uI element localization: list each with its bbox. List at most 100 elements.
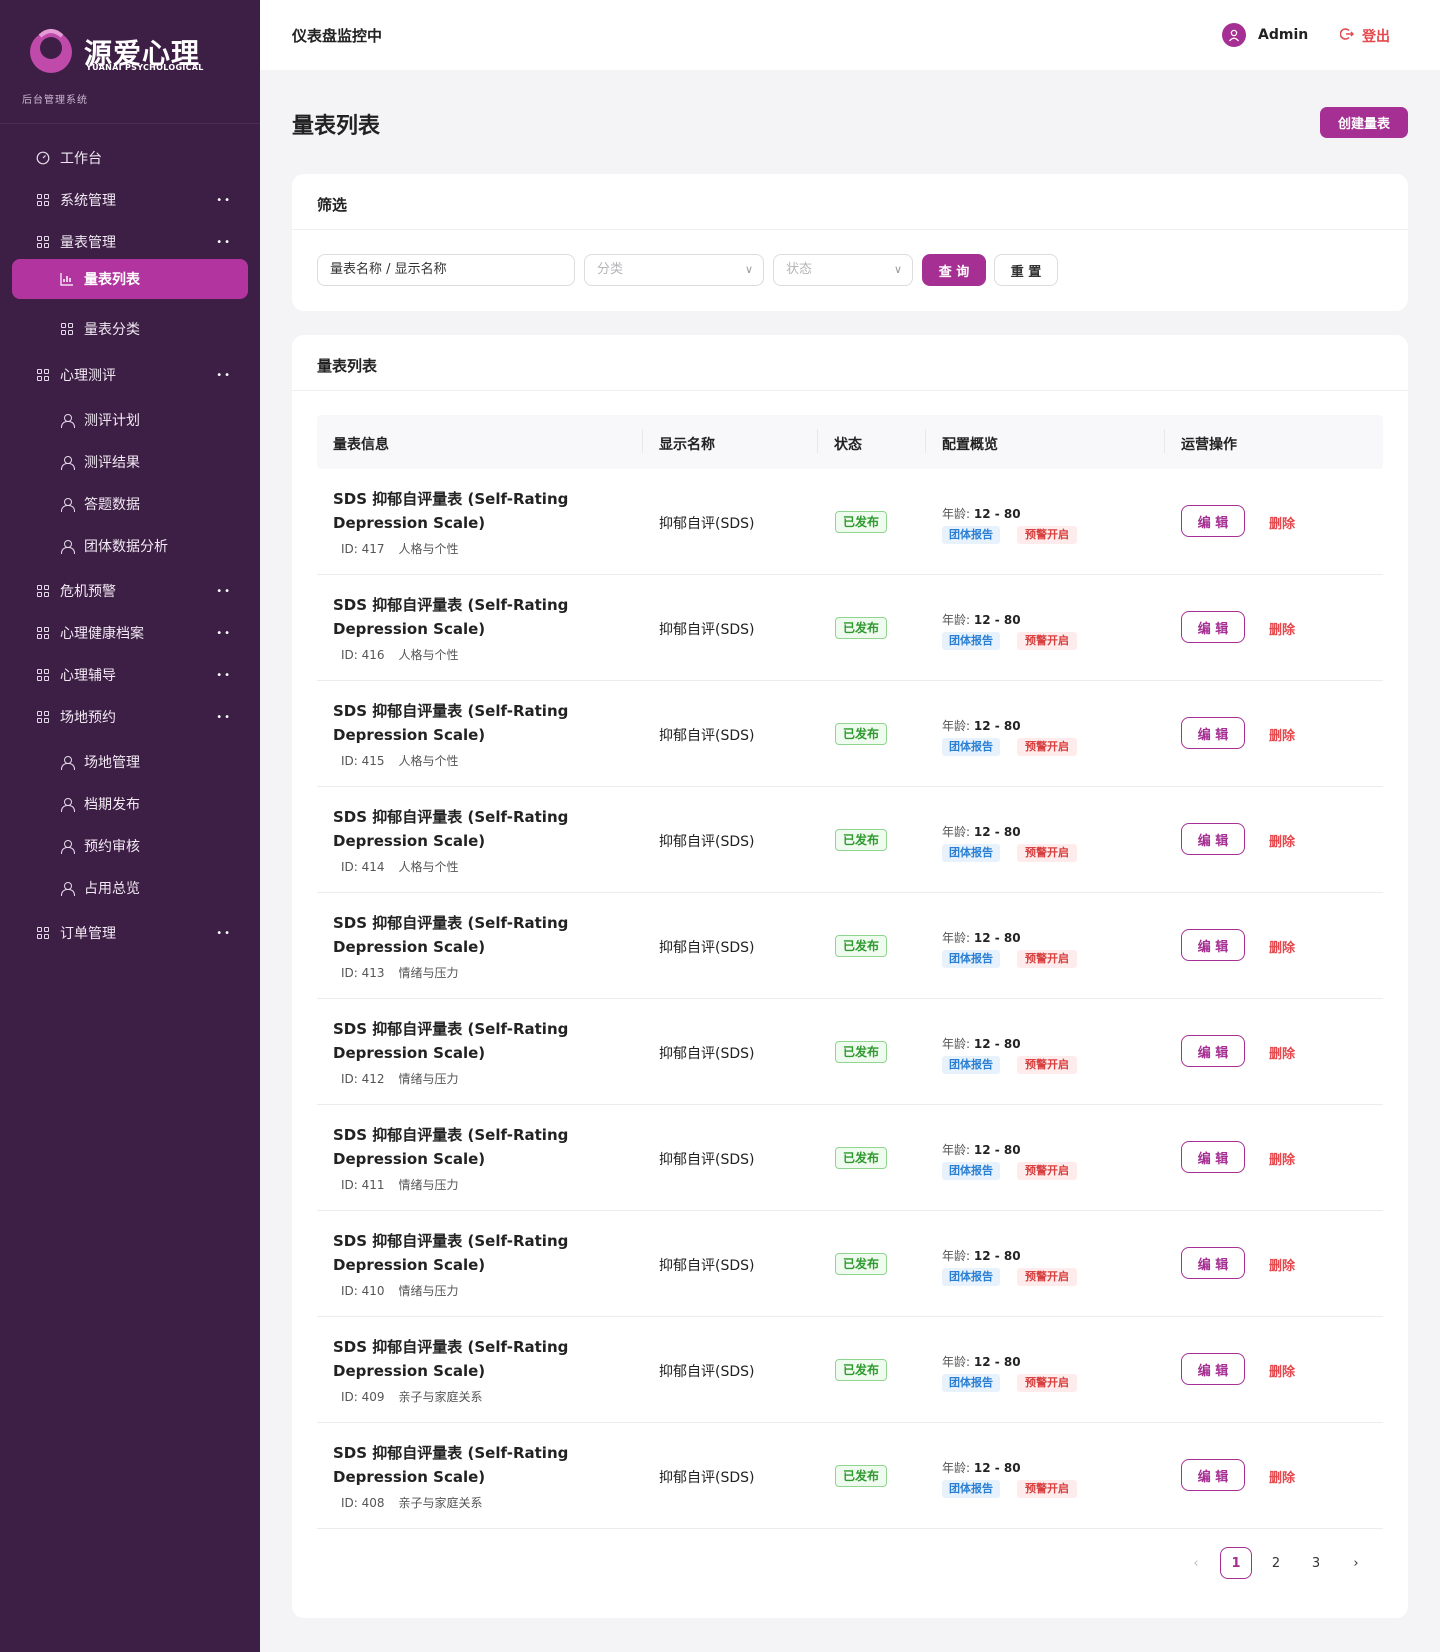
sidebar-item-18[interactable]: 订单管理 •• (0, 911, 260, 955)
edit-button[interactable]: 编 辑 (1181, 823, 1245, 855)
delete-button[interactable]: 删除 (1269, 1361, 1295, 1380)
edit-button[interactable]: 编 辑 (1181, 1353, 1245, 1385)
sidebar-item-label: 测评计划 (84, 413, 140, 429)
sidebar-item-10[interactable]: 危机预警 •• (0, 569, 260, 613)
delete-button[interactable]: 删除 (1269, 1149, 1295, 1168)
sidebar-item-label: 答题数据 (84, 497, 140, 513)
sidebar-item-1[interactable]: 系统管理 •• (0, 178, 260, 222)
sidebar-item-12[interactable]: 心理辅导 •• (0, 653, 260, 697)
sidebar-item-label: 团体数据分析 (84, 539, 168, 555)
sidebar-item-4[interactable]: 量表分类 (0, 307, 260, 351)
delete-button[interactable]: 删除 (1269, 1043, 1295, 1062)
edit-button[interactable]: 编 辑 (1181, 611, 1245, 643)
edit-button[interactable]: 编 辑 (1181, 1141, 1245, 1173)
keyword-input[interactable]: 量表名称 / 显示名称 (317, 254, 575, 286)
sidebar-item-13[interactable]: 场地预约 •• (0, 695, 260, 739)
expand-dots-icon: •• (216, 670, 232, 681)
filter-card: 筛选 量表名称 / 显示名称 分类 ∨ 状态 ∨ 查 询 重 置 (292, 174, 1408, 311)
delete-button[interactable]: 删除 (1269, 1255, 1295, 1274)
age-label: 年龄: (942, 719, 971, 733)
group-report-tag: 团体报告 (942, 1056, 1000, 1074)
status-badge: 已发布 (835, 1147, 888, 1169)
edit-button[interactable]: 编 辑 (1181, 1459, 1245, 1491)
column-header-display: 显示名称 (659, 437, 715, 453)
delete-button[interactable]: 删除 (1269, 831, 1295, 850)
top-bar: 仪表盘监控中 Admin 登出 (260, 0, 1440, 70)
expand-dots-icon: •• (216, 237, 232, 248)
sidebar-item-7[interactable]: 测评结果 (0, 440, 260, 484)
age-value: 12 - 80 (973, 1249, 1021, 1263)
display-name: 抑郁自评(SDS) (659, 940, 755, 956)
age-range: 年龄: 12 - 80 (942, 929, 1021, 946)
scale-id: ID: 415 (341, 754, 385, 768)
user-name: Admin (1258, 27, 1309, 43)
prev-page-button[interactable]: ‹ (1180, 1547, 1212, 1579)
page-button-1[interactable]: 1 (1220, 1547, 1252, 1579)
page-button-3[interactable]: 3 (1300, 1547, 1332, 1579)
page-button-2[interactable]: 2 (1260, 1547, 1292, 1579)
scale-meta: ID: 415 人格与个性 (341, 752, 459, 769)
sidebar-item-14[interactable]: 场地管理 (0, 740, 260, 784)
logo-subtitle: YUANAI PSYCHOLOGICAL (86, 63, 204, 72)
next-page-button[interactable]: › (1340, 1547, 1372, 1579)
user-icon (60, 797, 75, 812)
column-divider (642, 429, 643, 453)
edit-button[interactable]: 编 辑 (1181, 1247, 1245, 1279)
delete-button[interactable]: 删除 (1269, 725, 1295, 744)
sidebar-item-2[interactable]: 量表管理 •• (0, 220, 260, 264)
column-divider (925, 429, 926, 453)
category-select[interactable]: 分类 ∨ (584, 254, 764, 286)
user-icon (60, 455, 75, 470)
sidebar-item-11[interactable]: 心理健康档案 •• (0, 611, 260, 655)
delete-button[interactable]: 删除 (1269, 1467, 1295, 1486)
status-select[interactable]: 状态 ∨ (773, 254, 913, 286)
scale-meta: ID: 414 人格与个性 (341, 858, 459, 875)
edit-button[interactable]: 编 辑 (1181, 1035, 1245, 1067)
sidebar-item-6[interactable]: 测评计划 (0, 398, 260, 442)
query-button[interactable]: 查 询 (922, 254, 986, 286)
reset-button[interactable]: 重 置 (994, 254, 1058, 286)
delete-button[interactable]: 删除 (1269, 513, 1295, 532)
sidebar-item-15[interactable]: 档期发布 (0, 782, 260, 826)
display-name: 抑郁自评(SDS) (659, 728, 755, 744)
logout-button[interactable]: 登出 (1339, 26, 1390, 46)
create-scale-button[interactable]: 创建量表 (1320, 107, 1408, 138)
sidebar-item-label: 订单管理 (60, 926, 116, 942)
scale-title: SDS 抑郁自评量表 (Self-Rating Depression Scale… (333, 1126, 569, 1168)
edit-button[interactable]: 编 辑 (1181, 505, 1245, 537)
group-report-tag: 团体报告 (942, 844, 1000, 862)
user-icon (60, 413, 75, 428)
sidebar-item-17[interactable]: 占用总览 (0, 866, 260, 910)
sidebar-item-9[interactable]: 团体数据分析 (0, 524, 260, 568)
scale-meta: ID: 411 情绪与压力 (341, 1176, 459, 1193)
expand-dots-icon: •• (216, 370, 232, 381)
status-badge: 已发布 (835, 1465, 888, 1487)
sidebar-item-8[interactable]: 答题数据 (0, 482, 260, 526)
sidebar-item-3[interactable]: 量表列表 (12, 259, 248, 299)
display-name: 抑郁自评(SDS) (659, 516, 755, 532)
group-report-tag: 团体报告 (942, 632, 1000, 650)
scale-list-card: 量表列表 量表信息 显示名称 状态 配置概览 运营操作 SDS 抑郁自评量表 (… (292, 335, 1408, 1618)
user-menu[interactable]: Admin (1222, 23, 1308, 47)
scale-id: ID: 411 (341, 1178, 385, 1192)
delete-button[interactable]: 删除 (1269, 619, 1295, 638)
delete-button[interactable]: 删除 (1269, 937, 1295, 956)
edit-button[interactable]: 编 辑 (1181, 929, 1245, 961)
sidebar-item-5[interactable]: 心理测评 •• (0, 353, 260, 397)
display-name: 抑郁自评(SDS) (659, 1258, 755, 1274)
sidebar-item-0[interactable]: 工作台 (0, 136, 260, 180)
alert-enabled-tag: 预警开启 (1017, 738, 1077, 756)
table-row: SDS 抑郁自评量表 (Self-Rating Depression Scale… (317, 575, 1383, 681)
grid-icon (36, 668, 50, 682)
alert-enabled-tag: 预警开启 (1017, 1374, 1077, 1392)
group-report-tag: 团体报告 (942, 1480, 1000, 1498)
grid-icon (60, 322, 74, 336)
grid-icon (36, 584, 50, 598)
age-value: 12 - 80 (973, 1143, 1021, 1157)
scale-category: 情绪与压力 (398, 1284, 459, 1298)
sidebar-item-16[interactable]: 预约审核 (0, 824, 260, 868)
scale-meta: ID: 417 人格与个性 (341, 540, 459, 557)
age-range: 年龄: 12 - 80 (942, 611, 1021, 628)
edit-button[interactable]: 编 辑 (1181, 717, 1245, 749)
scale-title: SDS 抑郁自评量表 (Self-Rating Depression Scale… (333, 702, 569, 744)
